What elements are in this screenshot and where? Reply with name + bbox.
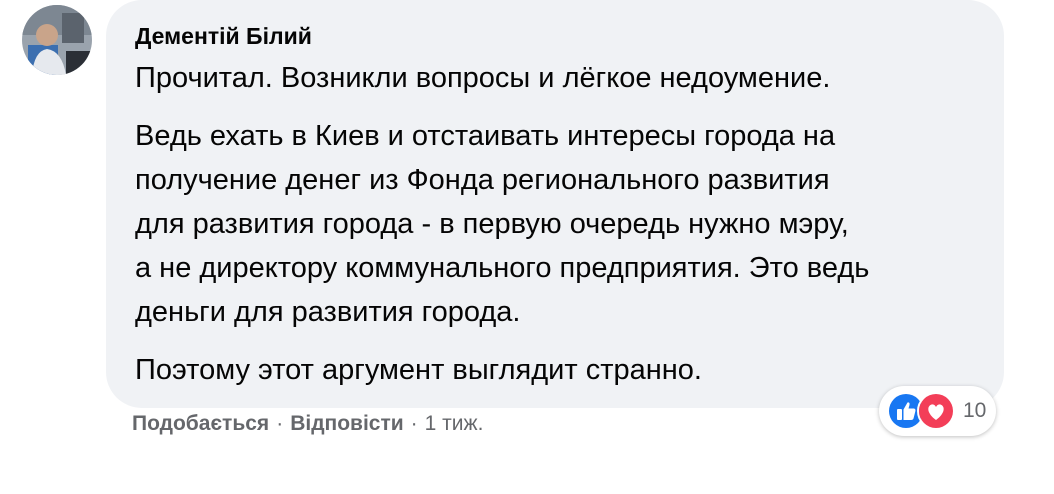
action-separator: · [276,412,284,435]
love-icon [917,392,955,430]
like-button[interactable]: Подобається [132,412,269,436]
comment-paragraph-1: Прочитал. Возникли вопросы и лёгкое недо… [135,62,831,94]
reaction-count: 10 [963,399,987,422]
comment-author-name[interactable]: Дементій Білий [135,22,312,50]
comment-paragraph-3: Поэтому этот аргумент выглядит странно. [135,354,702,386]
comment-paragraph-2: Ведь ехать в Киев и отстаивать интересы … [135,120,870,328]
avatar[interactable] [22,5,92,75]
reactions-summary[interactable]: 10 [879,386,997,436]
comment-bubble: Дементій Білий Прочитал. Возникли вопрос… [106,0,1004,408]
comment-timestamp[interactable]: 1 тиж. [425,412,484,436]
avatar-photo [22,5,92,75]
action-separator: · [410,412,418,435]
reply-button[interactable]: Відповісти [290,412,403,436]
comment-actions: Подобається · Відповісти · 1 тиж. [132,412,483,436]
